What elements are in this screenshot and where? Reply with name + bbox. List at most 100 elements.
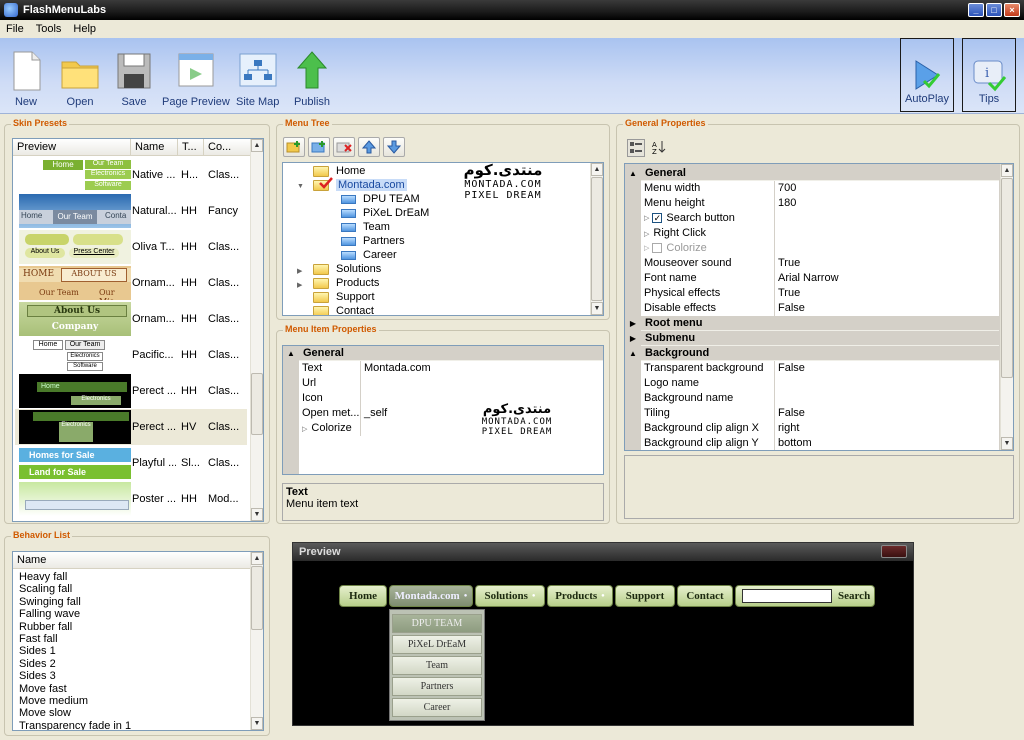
skin-row[interactable]: Homes for Sale Land for Sale Playful ...… (15, 445, 247, 481)
categorized-view-button[interactable] (627, 139, 645, 157)
property-disable-effects[interactable]: Disable effects False (625, 300, 999, 316)
behavior-item[interactable]: Move medium (19, 695, 131, 707)
behavior-list[interactable]: Name Heavy fall Scaling fall Swinging fa… (12, 551, 264, 731)
category-general[interactable]: ▲ General (283, 346, 603, 361)
scroll-thumb[interactable] (591, 177, 603, 301)
skin-presets-list[interactable]: Preview Name T... Co... Home Our Team El… (12, 138, 264, 522)
scroll-up-icon[interactable]: ▲ (591, 163, 603, 176)
property-search-button[interactable]: ▷ ✓ Search button (625, 210, 999, 226)
behavior-item[interactable]: Scaling fall (19, 583, 131, 595)
behavior-item[interactable]: Transparency fade in 1 (19, 720, 131, 730)
scroll-down-icon[interactable]: ▼ (251, 717, 263, 730)
preview-menu-montada[interactable]: Montada.com ● (389, 585, 473, 607)
tree-item-pixel-dream[interactable]: PiXeL DrEaM (341, 206, 429, 220)
tree-item-products[interactable]: Products (313, 276, 379, 290)
tree-item-partners[interactable]: Partners (341, 234, 405, 248)
behavior-item[interactable]: Sides 1 (19, 645, 131, 657)
menu-item-property-grid[interactable]: ▲ General Text Montada.com Url Icon Open m… (282, 345, 604, 475)
category-background[interactable]: ▲ Background (625, 345, 999, 361)
behavior-item[interactable]: Sides 2 (19, 658, 131, 670)
preview-search-button[interactable]: Search (838, 590, 870, 602)
menu-tools[interactable]: Tools (30, 23, 68, 35)
delete-item-button[interactable] (333, 137, 355, 157)
autoplay-button[interactable]: AutoPlay (900, 38, 954, 112)
colorize-checkbox[interactable] (652, 243, 663, 253)
col-name[interactable]: Name (13, 552, 251, 568)
collapse-icon[interactable]: ▶ (297, 267, 302, 275)
tree-item-solutions[interactable]: Solutions (313, 262, 381, 276)
behavior-item[interactable]: Falling wave (19, 608, 131, 620)
preview-dropdown-item[interactable]: Team (392, 656, 482, 675)
behavior-item[interactable]: Move slow (19, 707, 131, 719)
property-mouseover-sound[interactable]: Mouseover sound True (625, 255, 999, 271)
tree-item-dpu-team[interactable]: DPU TEAM (341, 192, 420, 206)
scroll-down-icon[interactable]: ▼ (251, 508, 263, 521)
scroll-up-icon[interactable]: ▲ (251, 139, 263, 152)
skin-row[interactable]: About Us Company Ornam... HH Clas... (15, 301, 247, 337)
maximize-button[interactable]: □ (986, 3, 1002, 17)
tips-button[interactable]: i Tips (962, 38, 1016, 112)
expand-icon[interactable]: ▷ (644, 241, 649, 256)
behavior-item[interactable]: Sides 3 (19, 670, 131, 682)
close-button[interactable]: × (1004, 3, 1020, 17)
property-logo-name[interactable]: Logo name (625, 375, 999, 391)
property-menu-height[interactable]: Menu height 180 (625, 195, 999, 211)
property-colorize[interactable]: ▷ Colorize (625, 240, 999, 256)
behavior-item[interactable]: Heavy fall (19, 571, 131, 583)
property-tiling[interactable]: Tiling False (625, 405, 999, 421)
behavior-item[interactable]: Move fast (19, 683, 131, 695)
skin-row[interactable]: Home Our Team Electronics Software Pacif… (15, 337, 247, 373)
property-clip-align-y[interactable]: Background clip align Ybottom (625, 435, 999, 450)
tree-item-support[interactable]: Support (313, 290, 375, 304)
preview-close-button[interactable] (881, 545, 907, 558)
category-submenu[interactable]: ▶ Submenu (625, 330, 999, 346)
col-category[interactable]: Co... (204, 139, 251, 155)
col-name[interactable]: Name (131, 139, 178, 155)
tree-item-career[interactable]: Career (341, 248, 397, 262)
skin-row[interactable]: About Us Press Center Oliva T... HH Clas… (15, 229, 247, 265)
preview-menu-solutions[interactable]: Solutions ● (475, 585, 545, 607)
property-physical-effects[interactable]: Physical effects True (625, 285, 999, 301)
scroll-down-icon[interactable]: ▼ (591, 302, 603, 315)
general-properties-scrollbar[interactable]: ▲ ▼ (1000, 164, 1013, 450)
behavior-item[interactable]: Rubber fall (19, 621, 131, 633)
add-subitem-button[interactable] (308, 137, 330, 157)
new-button[interactable]: New (6, 50, 46, 108)
property-row[interactable]: Url (283, 375, 603, 391)
search-button-checkbox[interactable]: ✓ (652, 213, 663, 223)
general-property-grid[interactable]: ▲ General Menu width 700 Menu height 180 ▷ ✓… (624, 163, 1014, 451)
menu-file[interactable]: File (0, 23, 30, 35)
scroll-up-icon[interactable]: ▲ (1001, 164, 1013, 177)
menu-tree-view[interactable]: Home ▼ Montada.com DPU TEAM PiXeL DrEaM … (282, 162, 604, 316)
preview-dropdown-item[interactable]: PiXeL DrEaM (392, 635, 482, 654)
scroll-thumb[interactable] (251, 566, 263, 630)
category-general[interactable]: ▲ General (625, 165, 999, 181)
expand-icon[interactable]: ▷ (644, 231, 649, 238)
page-preview-button[interactable]: Page Preview (162, 50, 230, 108)
col-preview[interactable]: Preview (13, 139, 131, 155)
skin-row[interactable]: Poster ... HH Mod... (15, 481, 247, 517)
move-down-button[interactable] (383, 137, 405, 157)
preview-dropdown-item[interactable]: Partners (392, 677, 482, 696)
preview-dropdown-item[interactable]: Career (392, 698, 482, 717)
expand-icon[interactable]: ▼ (297, 183, 304, 190)
scroll-thumb[interactable] (251, 373, 263, 435)
site-map-button[interactable]: Site Map (236, 50, 279, 108)
expand-icon[interactable]: ▷ (644, 211, 649, 226)
menu-help[interactable]: Help (67, 23, 102, 35)
property-transparent-background[interactable]: Transparent background False (625, 360, 999, 376)
category-root-menu[interactable]: ▶ Root menu (625, 315, 999, 331)
skin-presets-scrollbar[interactable]: ▲ ▼ (250, 139, 263, 521)
property-background-name[interactable]: Background name (625, 390, 999, 406)
skin-row-selected[interactable]: Electronics Perect ... HV Clas... (15, 409, 247, 445)
add-item-button[interactable] (283, 137, 305, 157)
preview-menu-home[interactable]: Home (339, 585, 387, 607)
behavior-item[interactable]: Swinging fall (19, 596, 131, 608)
tree-item-home[interactable]: Home (313, 164, 365, 178)
tree-item-contact[interactable]: Contact (313, 304, 374, 315)
tree-item-team[interactable]: Team (341, 220, 390, 234)
scroll-down-icon[interactable]: ▼ (1001, 437, 1013, 450)
save-button[interactable]: Save (114, 50, 154, 108)
alphabetical-view-button[interactable]: AZ (651, 139, 669, 157)
behavior-item[interactable]: Fast fall (19, 633, 131, 645)
